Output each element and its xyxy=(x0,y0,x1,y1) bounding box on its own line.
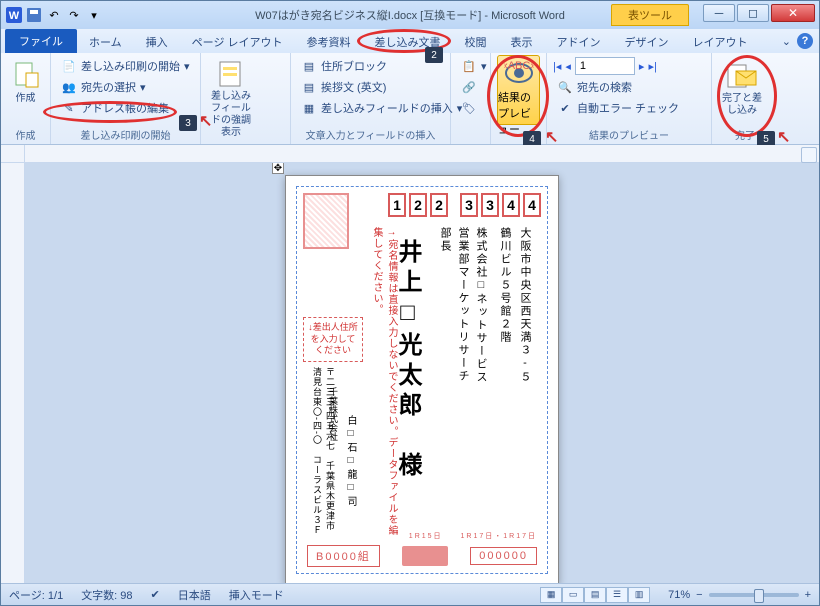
status-bar: ページ: 1/1 文字数: 98 ✔ 日本語 挿入モード ▦ ▭ ▤ ☰ ▥ 7… xyxy=(1,583,819,605)
create-button[interactable]: 作成 xyxy=(7,55,44,125)
close-button[interactable]: ✕ xyxy=(771,4,815,22)
tab-insert[interactable]: 挿入 xyxy=(134,30,180,53)
word-icon: W xyxy=(5,6,23,24)
group-create-label: 作成 xyxy=(7,125,44,144)
select-recipients-button[interactable]: 👥宛先の選択 ▾ xyxy=(57,78,194,96)
help-icon[interactable]: ? xyxy=(797,33,813,49)
tab-view[interactable]: 表示 xyxy=(499,30,545,53)
annotation-arrow-4: ↖ xyxy=(545,127,558,147)
annotation-badge-3: 3 xyxy=(179,115,197,131)
maximize-button[interactable]: ◻ xyxy=(737,4,769,22)
group-write-label: 文章入力とフィールドの挿入 xyxy=(297,125,444,144)
tab-file[interactable]: ファイル xyxy=(5,29,77,53)
postcard-frame: 1 2 2 3 3 4 4 大阪市中央区西天満３‐５ 鶴川ビル５号館２階 xyxy=(296,186,548,574)
warning-text: →宛名情報は直接入力しないでください。データファイルを編集してください。 xyxy=(369,227,399,537)
tab-table-layout[interactable]: レイアウト xyxy=(681,30,760,53)
page: ✥ 1 2 2 3 3 4 4 xyxy=(285,175,559,583)
view-print-layout-icon[interactable]: ▦ xyxy=(540,587,562,603)
recipient-address-2: 鶴川ビル５号館２階 xyxy=(497,227,513,427)
group-start-label: 差し込み印刷の開始 xyxy=(57,125,194,144)
stamp-area xyxy=(303,193,349,249)
recipient-address-1: 大阪市中央区西天満３‐５ xyxy=(517,227,533,447)
next-record-icon[interactable]: ▸ xyxy=(639,60,645,73)
annotation-arrow-3: ↖ xyxy=(199,111,212,131)
horizontal-ruler[interactable] xyxy=(25,145,819,163)
recipient-department: 営業部マーケットリサーチ xyxy=(455,227,471,417)
last-record-icon[interactable]: ▸| xyxy=(648,60,656,73)
minimize-button[interactable]: ─ xyxy=(703,4,735,22)
window-title: W07はがき宛名ビジネス縦I.docx [互換モード] - Microsoft … xyxy=(255,7,565,23)
save-icon[interactable] xyxy=(25,6,43,24)
annotation-arrow-5: ↖ xyxy=(777,127,790,147)
view-outline-icon[interactable]: ☰ xyxy=(606,587,628,603)
annotation-badge-2: 2 xyxy=(425,47,443,63)
barcode-caption: 1R15日 1R17日・1R17日 xyxy=(307,531,537,543)
vertical-ruler[interactable] xyxy=(1,163,25,583)
auto-check-errors-button[interactable]: ✔自動エラー チェック xyxy=(553,99,683,117)
table-anchor-icon[interactable]: ✥ xyxy=(272,163,284,174)
bottom-code-left: B0000組 xyxy=(307,545,380,567)
match-fields-button[interactable]: 🔗 xyxy=(457,78,491,96)
recipient-company: 株式会社□ネットサービス xyxy=(473,227,489,417)
view-web-icon[interactable]: ▤ xyxy=(584,587,606,603)
status-language[interactable]: 日本語 xyxy=(178,587,211,603)
svg-text:«ABC»: «ABC» xyxy=(504,60,534,72)
update-labels-button[interactable]: 🏷 xyxy=(457,99,491,117)
svg-text:W: W xyxy=(9,10,20,22)
zoom-out-icon[interactable]: − xyxy=(696,589,702,601)
ruler-toggle-icon[interactable] xyxy=(801,147,817,163)
redo-icon[interactable]: ↷ xyxy=(65,6,83,24)
zoom-control: 71% − + xyxy=(668,589,811,601)
first-record-icon[interactable]: |◂ xyxy=(553,60,561,73)
tab-references[interactable]: 参考資料 xyxy=(295,30,363,53)
edit-recipient-list-button[interactable]: ✎アドレス帳の編集 xyxy=(57,99,194,117)
view-fullscreen-icon[interactable]: ▭ xyxy=(562,587,584,603)
rules-button[interactable]: 📋▾ xyxy=(457,57,491,75)
tab-review[interactable]: 校閲 xyxy=(453,30,499,53)
greeting-line-button[interactable]: ▤挨拶文 (英文) xyxy=(297,78,466,96)
view-buttons: ▦ ▭ ▤ ☰ ▥ xyxy=(540,587,650,603)
tab-addin[interactable]: アドイン xyxy=(545,30,613,53)
postcard-logo xyxy=(402,546,448,566)
group-preview-label: 結果のプレビュー xyxy=(553,125,705,144)
zoom-in-icon[interactable]: + xyxy=(805,589,811,601)
recipient-position: 部長 xyxy=(437,227,453,287)
sender-name: 白□石□龍□司 xyxy=(343,415,358,535)
ribbon: 作成 作成 📄差し込み印刷の開始 ▾ 👥宛先の選択 ▾ ✎アドレス帳の編集 差し… xyxy=(1,53,819,145)
finish-merge-button[interactable]: 完了と差し込み xyxy=(718,55,766,125)
bottom-code-right: 000000 xyxy=(470,547,537,565)
start-mail-merge-button[interactable]: 📄差し込み印刷の開始 ▾ xyxy=(57,57,194,75)
contextual-tab-label: 表ツール xyxy=(611,4,689,26)
status-page[interactable]: ページ: 1/1 xyxy=(9,587,63,603)
document-canvas[interactable]: ✥ 1 2 2 3 3 4 4 xyxy=(25,163,819,583)
status-proofing-icon[interactable]: ✔ xyxy=(151,588,160,601)
zoom-level[interactable]: 71% xyxy=(668,589,690,601)
tab-design[interactable]: デザイン xyxy=(613,30,681,53)
zoom-slider[interactable] xyxy=(709,593,799,597)
undo-icon[interactable]: ↶ xyxy=(45,6,63,24)
find-recipient-button[interactable]: 🔍宛先の検索 xyxy=(553,78,683,96)
tab-home[interactable]: ホーム xyxy=(77,30,134,53)
status-word-count[interactable]: 文字数: 98 xyxy=(81,587,132,603)
quick-access-toolbar: W ↶ ↷ ▾ xyxy=(5,6,103,24)
record-number-input[interactable] xyxy=(575,57,635,75)
title-bar: W ↶ ↷ ▾ W07はがき宛名ビジネス縦I.docx [互換モード] - Mi… xyxy=(1,1,819,29)
record-navigation: |◂ ◂ ▸ ▸| xyxy=(553,57,683,75)
prev-record-icon[interactable]: ◂ xyxy=(565,60,571,73)
highlight-fields-button[interactable]: 差し込みフィールドの強調表示 xyxy=(207,55,255,125)
qat-dropdown-icon[interactable]: ▾ xyxy=(85,6,103,24)
ribbon-tabs: ファイル ホーム 挿入 ページ レイアウト 参考資料 差し込み文書 校閲 表示 … xyxy=(1,29,819,53)
insert-merge-field-button[interactable]: ▦差し込みフィールドの挿入 ▾ xyxy=(297,99,466,117)
zip-code-boxes: 1 2 2 3 3 4 4 xyxy=(388,193,541,217)
status-mode[interactable]: 挿入モード xyxy=(229,587,284,603)
view-draft-icon[interactable]: ▥ xyxy=(628,587,650,603)
preview-results-button[interactable]: «ABC»結果のプレビュー xyxy=(497,55,540,125)
ruler-corner xyxy=(1,145,25,163)
sender-company: 千葉株式会社 xyxy=(327,387,340,507)
tab-page-layout[interactable]: ページ レイアウト xyxy=(180,30,295,53)
sender-warning-box: ↓差出人住所を入力してください xyxy=(303,317,363,362)
document-area: ✥ 1 2 2 3 3 4 4 xyxy=(1,145,819,583)
ribbon-minimize-icon[interactable]: ⌄ xyxy=(782,35,791,48)
